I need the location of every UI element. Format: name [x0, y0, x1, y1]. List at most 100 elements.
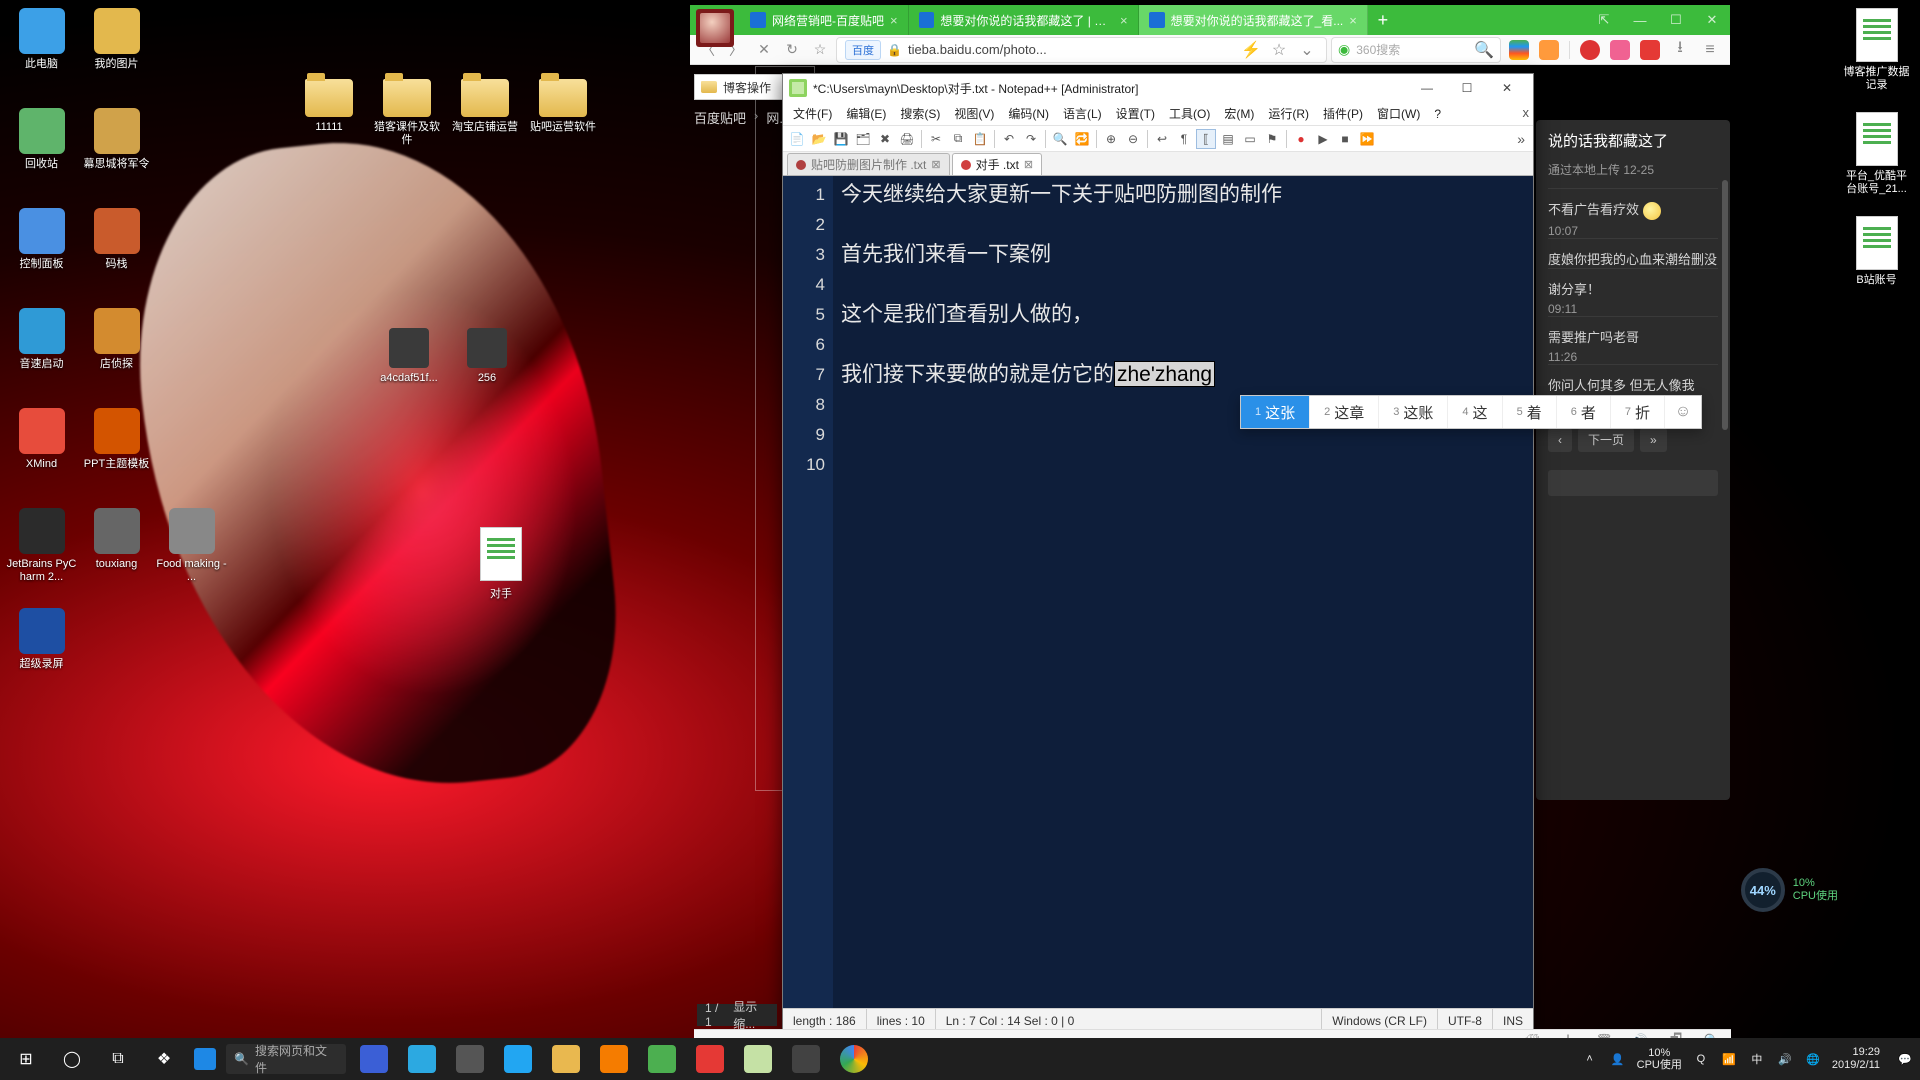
npp-titlebar[interactable]: *C:\Users\mayn\Desktop\对手.txt - Notepad+…	[783, 74, 1533, 102]
taskbar-app[interactable]	[592, 1038, 636, 1080]
ime-candidate[interactable]: 1这张	[1241, 396, 1310, 428]
minimize-button[interactable]: —	[1407, 76, 1447, 100]
ext-icon[interactable]	[1610, 40, 1630, 60]
redo-icon[interactable]: ↷	[1021, 129, 1041, 149]
comment-entry[interactable]: 谢分享！09:11	[1548, 268, 1718, 316]
url-field[interactable]: 百度 🔒 tieba.baidu.com/photo... ⚡ ☆ ⌄	[836, 37, 1327, 63]
scrollbar[interactable]	[1722, 180, 1728, 430]
flash-icon[interactable]: ⚡	[1240, 39, 1262, 61]
tray-cpu[interactable]: 10% CPU使用	[1637, 1047, 1682, 1071]
ime-candidate[interactable]: 2这章	[1310, 396, 1379, 428]
zoom-in-icon[interactable]: ⊕	[1101, 129, 1121, 149]
taskbar-app[interactable]	[784, 1038, 828, 1080]
menu-item[interactable]: 编辑(E)	[840, 103, 892, 124]
desktop-file[interactable]: 博客推广数据记录	[1839, 8, 1914, 108]
browser-tab[interactable]: 网络营销吧-百度贴吧×	[740, 5, 909, 35]
close-file-icon[interactable]: ✖	[875, 129, 895, 149]
menu-close-icon[interactable]: x	[1523, 105, 1530, 120]
desktop-icon[interactable]: 幕思城将军令	[79, 108, 154, 203]
cut-icon[interactable]: ✂	[926, 129, 946, 149]
taskbar-app[interactable]	[640, 1038, 684, 1080]
open-file-icon[interactable]: 📂	[809, 129, 829, 149]
func-list-icon[interactable]: ⚑	[1262, 129, 1282, 149]
desktop[interactable]: 此电脑我的图片回收站幕思城将军令控制面板码栈音速启动店侦探XMindPPT主题模…	[0, 0, 1920, 1080]
menu-item[interactable]: 窗口(W)	[1371, 103, 1426, 124]
play-icon[interactable]: ▶	[1313, 129, 1333, 149]
comment-entry[interactable]: 度娘你把我的心血来潮给删没	[1548, 238, 1718, 268]
adblock-icon[interactable]	[1580, 40, 1600, 60]
taskbar-app[interactable]	[400, 1038, 444, 1080]
explorer-path[interactable]: 博客操作	[694, 74, 784, 100]
desktop-icon[interactable]: touxiang	[79, 508, 154, 603]
task-view-icon[interactable]: ⧉	[98, 1038, 138, 1080]
menu-item[interactable]: 搜索(S)	[894, 103, 946, 124]
tab-close-icon[interactable]: ×	[890, 13, 898, 28]
desktop-file[interactable]: 256	[448, 328, 526, 423]
ime-candidate[interactable]: 4这	[1448, 396, 1502, 428]
new-file-icon[interactable]: 📄	[787, 129, 807, 149]
ext-icon[interactable]	[1539, 40, 1559, 60]
close-button[interactable]: ✕	[1694, 5, 1730, 35]
taskbar-app[interactable]	[496, 1038, 540, 1080]
taskbar-app[interactable]	[544, 1038, 588, 1080]
stop-button[interactable]: ✕	[752, 38, 776, 62]
browser-search[interactable]: ◉ 360搜索 🔍	[1331, 37, 1501, 63]
pager-prev[interactable]: ‹	[1548, 428, 1572, 452]
sound-icon[interactable]: 🔊	[1776, 1050, 1794, 1068]
search-icon[interactable]: 🔍	[1474, 40, 1494, 60]
panel-input[interactable]	[1548, 470, 1718, 496]
download-icon[interactable]: ⭳	[1670, 40, 1690, 60]
undo-icon[interactable]: ↶	[999, 129, 1019, 149]
edge-icon[interactable]	[194, 1048, 216, 1070]
fast-icon[interactable]: ⏩	[1357, 129, 1377, 149]
desktop-icon[interactable]: XMind	[4, 408, 79, 503]
desktop-file[interactable]: B站账号	[1839, 216, 1914, 316]
ime-candidate[interactable]: 7折	[1611, 396, 1665, 428]
desktop-icon[interactable]: 音速启动	[4, 308, 79, 403]
pager-more[interactable]: »	[1640, 428, 1667, 452]
notification-icon[interactable]: 💬	[1896, 1050, 1914, 1068]
menu-item[interactable]: 视图(V)	[948, 103, 1000, 124]
breadcrumb-item[interactable]: 百度贴吧	[694, 108, 746, 127]
ime-emoji-icon[interactable]: ☺	[1665, 396, 1701, 428]
q-icon[interactable]: Q	[1692, 1050, 1710, 1068]
people-icon[interactable]: 👤	[1609, 1050, 1627, 1068]
desktop-icon[interactable]: PPT主题模板	[79, 408, 154, 503]
doc-map-icon[interactable]: ▭	[1240, 129, 1260, 149]
maximize-button[interactable]: ☐	[1447, 76, 1487, 100]
menu-item[interactable]: 宏(M)	[1218, 103, 1260, 124]
desktop-icon[interactable]: 此电脑	[4, 8, 79, 103]
reload-button[interactable]: ↻	[780, 38, 804, 62]
record-icon[interactable]: ●	[1291, 129, 1311, 149]
find-icon[interactable]: 🔍	[1050, 129, 1070, 149]
maximize-button[interactable]: ☐	[1658, 5, 1694, 35]
battery-icon[interactable]: 🌐	[1804, 1050, 1822, 1068]
ime-candidate[interactable]: 3这账	[1379, 396, 1448, 428]
file-tab[interactable]: 贴吧防删图片制作 .txt⊠	[787, 153, 950, 175]
pager-next[interactable]: 下一页	[1578, 428, 1634, 452]
taskbar-app[interactable]	[832, 1038, 876, 1080]
ext-icon[interactable]	[1640, 40, 1660, 60]
misc-icon[interactable]: ⇱	[1586, 5, 1622, 35]
taskbar-app[interactable]	[688, 1038, 732, 1080]
desktop-file[interactable]: 对手	[480, 527, 522, 601]
toolbar-overflow-icon[interactable]: »	[1513, 131, 1529, 147]
save-icon[interactable]: 💾	[831, 129, 851, 149]
tab-close-icon[interactable]: ⊠	[931, 158, 940, 171]
browser-logo[interactable]	[696, 9, 734, 47]
npp-editor[interactable]: 12345678910 今天继续给大家更新一下关于贴吧防删图的制作 首先我们来看…	[783, 176, 1533, 1008]
new-tab-button[interactable]: +	[1368, 5, 1398, 35]
menu-item[interactable]: 运行(R)	[1262, 103, 1315, 124]
desktop-folder[interactable]: 猎客课件及软件	[368, 75, 446, 170]
ime-candidate[interactable]: 5着	[1503, 396, 1557, 428]
menu-item[interactable]: ?	[1428, 105, 1447, 123]
ext-icon[interactable]	[1509, 40, 1529, 60]
taskbar-app[interactable]	[352, 1038, 396, 1080]
menu-item[interactable]: 工具(O)	[1163, 103, 1216, 124]
tab-close-icon[interactable]: ⊠	[1024, 158, 1033, 171]
desktop-folder[interactable]: 淘宝店铺运营	[446, 75, 524, 170]
desktop-icon[interactable]: 店侦探	[79, 308, 154, 403]
desktop-icon[interactable]: 控制面板	[4, 208, 79, 303]
desktop-icon[interactable]: Food making - ...	[154, 508, 229, 603]
folder-margin-icon[interactable]: ▤	[1218, 129, 1238, 149]
